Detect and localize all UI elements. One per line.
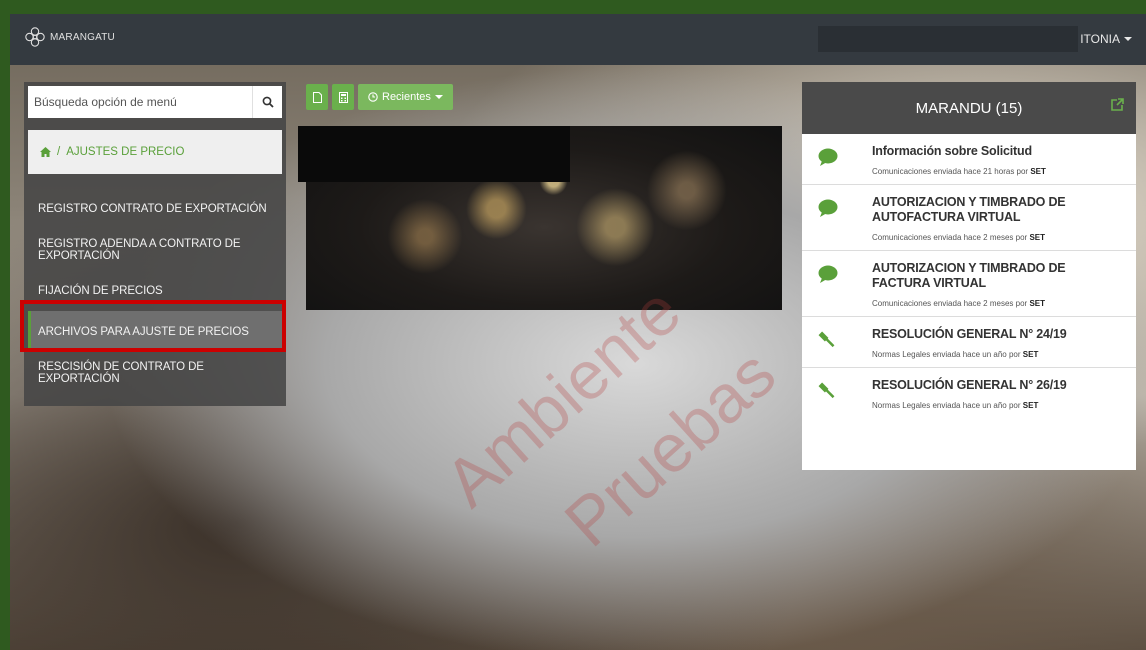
notification-item[interactable]: RESOLUCIÓN GENERAL N° 24/19 Normas Legal…	[802, 317, 1136, 368]
calculator-icon	[338, 91, 348, 103]
red-highlight-box	[20, 300, 286, 352]
menu-search-input[interactable]	[28, 86, 252, 118]
notification-title: RESOLUCIÓN GENERAL N° 24/19	[872, 327, 1067, 341]
breadcrumb-separator: /	[57, 146, 61, 158]
side-menu-panel: / AJUSTES DE PRECIO REGISTRO CONTRATO DE…	[24, 82, 286, 406]
new-document-button[interactable]	[306, 84, 328, 110]
menu-list: REGISTRO CONTRATO DE EXPORTACIÓN REGISTR…	[28, 188, 282, 393]
user-menu[interactable]: ITONIA	[1080, 32, 1132, 46]
menu-item-label: FIJACIÓN DE PRECIOS	[38, 284, 163, 297]
notifications-header: MARANDU (15)	[802, 82, 1136, 134]
notification-title: AUTORIZACION Y TIMBRADO DE AUTOFACTURA V…	[872, 195, 1066, 224]
toolbar: Recientes	[306, 84, 453, 110]
notifications-title[interactable]: MARANDU (15)	[916, 100, 1023, 117]
notification-item[interactable]: AUTORIZACION Y TIMBRADO DE FACTURA VIRTU…	[802, 251, 1136, 317]
redacted-area	[298, 126, 570, 182]
redacted-area	[818, 26, 1078, 52]
recent-dropdown-button[interactable]: Recientes	[358, 84, 453, 110]
caret-down-icon	[1124, 37, 1132, 41]
notification-meta: Comunicaciones enviada hace 2 meses por …	[872, 299, 1045, 308]
external-link-icon[interactable]	[1111, 98, 1124, 111]
search-icon	[262, 96, 274, 108]
app-frame: MARANGATU ITONIA / AJUSTES DE PRECIO	[10, 14, 1146, 650]
speech-bubble-icon	[818, 199, 838, 217]
notification-item[interactable]: AUTORIZACION Y TIMBRADO DE AUTOFACTURA V…	[802, 185, 1136, 251]
menu-item-rescision-contrato[interactable]: RESCISIÓN DE CONTRATO DE EXPORTACIÓN	[28, 352, 282, 393]
notification-item[interactable]: RESOLUCIÓN GENERAL N° 26/19 Normas Legal…	[802, 368, 1136, 418]
flower-logo-icon	[25, 27, 45, 47]
speech-bubble-icon	[818, 148, 838, 166]
menu-item-label: REGISTRO ADENDA A CONTRATO DE EXPORTACIÓ…	[38, 237, 241, 262]
menu-item-label: REGISTRO CONTRATO DE EXPORTACIÓN	[38, 202, 267, 215]
notification-meta: Normas Legales enviada hace un año por S…	[872, 401, 1039, 410]
logo[interactable]: MARANGATU	[24, 26, 115, 48]
notification-title: RESOLUCIÓN GENERAL N° 26/19	[872, 378, 1067, 392]
menu-item-registro-adenda[interactable]: REGISTRO ADENDA A CONTRATO DE EXPORTACIÓ…	[28, 229, 282, 270]
gavel-icon	[818, 382, 835, 399]
menu-item-label: RESCISIÓN DE CONTRATO DE EXPORTACIÓN	[38, 360, 204, 385]
caret-down-icon	[434, 95, 443, 99]
gavel-icon	[818, 331, 835, 348]
notification-meta: Comunicaciones enviada hace 2 meses por …	[872, 233, 1045, 242]
notification-item[interactable]: Información sobre Solicitud Comunicacion…	[802, 134, 1136, 185]
menu-item-registro-contrato[interactable]: REGISTRO CONTRATO DE EXPORTACIÓN	[28, 188, 282, 229]
notification-meta: Normas Legales enviada hace un año por S…	[872, 350, 1039, 359]
top-navbar: MARANGATU ITONIA	[10, 14, 1146, 65]
notifications-panel: MARANDU (15) Información sobre Solicitud…	[802, 82, 1136, 470]
user-name: ITONIA	[1080, 32, 1120, 46]
notification-title: AUTORIZACION Y TIMBRADO DE FACTURA VIRTU…	[872, 261, 1066, 290]
clock-icon	[368, 92, 378, 102]
notification-title: Información sobre Solicitud	[872, 144, 1032, 158]
logo-text: MARANGATU	[50, 31, 115, 43]
calculator-button[interactable]	[332, 84, 354, 110]
speech-bubble-icon	[818, 265, 838, 283]
notification-meta: Comunicaciones enviada hace 21 horas por…	[872, 167, 1046, 176]
menu-search	[28, 86, 282, 118]
home-icon[interactable]	[40, 147, 51, 157]
search-button[interactable]	[252, 86, 282, 118]
document-icon	[312, 91, 322, 103]
breadcrumb: / AJUSTES DE PRECIO	[28, 130, 282, 174]
recent-label: Recientes	[382, 91, 431, 103]
breadcrumb-current[interactable]: AJUSTES DE PRECIO	[66, 146, 184, 158]
